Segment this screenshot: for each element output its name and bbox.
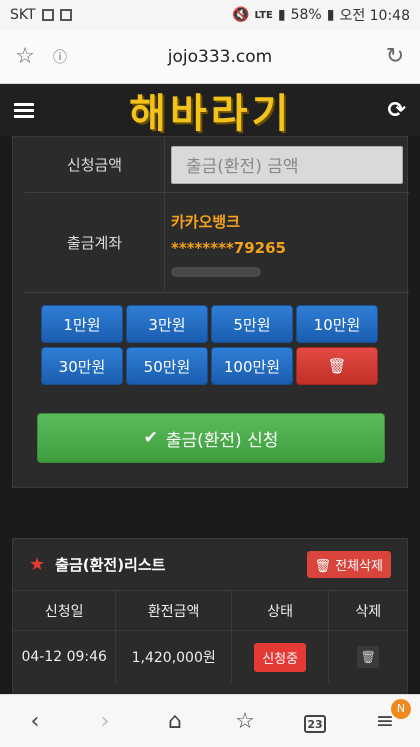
bookmarks-icon[interactable]: ☆ — [225, 709, 265, 734]
menu-icon[interactable]: ≡ N — [365, 698, 411, 734]
info-icon[interactable]: ⓘ — [50, 47, 70, 67]
network-label: LTE — [254, 9, 273, 21]
delete-all-label: 전체삭제 — [335, 559, 383, 574]
gallery-icon — [41, 9, 54, 21]
forward-icon[interactable]: › — [85, 709, 125, 734]
carrier-label: SKT — [10, 7, 36, 23]
status-bar: SKT 🔇 LTE ▮ 58% ▮ 오전 10:48 — [0, 0, 420, 30]
column-header-delete: 삭제 — [329, 591, 407, 631]
account-number: ********79265 — [171, 238, 286, 257]
row-date: 04-12 09:46 — [13, 631, 117, 683]
main-content: 신청금액 출금(환전) 금액 출금계좌 카카오뱅크 ********79265 … — [0, 136, 420, 698]
menu-icon[interactable] — [14, 100, 34, 121]
site-header: 해바라기 ⟳ — [0, 81, 420, 139]
withdraw-form-panel: 신청금액 출금(환전) 금액 출금계좌 카카오뱅크 ********79265 … — [12, 136, 409, 488]
column-header-status: 상태 — [231, 591, 330, 631]
amount-button-50k[interactable]: 5만원 — [211, 305, 293, 343]
submit-withdraw-button[interactable]: ✔ 출금(환전) 신청 — [37, 413, 385, 463]
reload-icon[interactable]: ↻ — [370, 44, 420, 69]
trash-icon: 🗑 — [327, 357, 347, 375]
amount-button-10k[interactable]: 1만원 — [41, 305, 123, 343]
table-row: 04-12 09:46 1,420,000원 신청중 🗑 — [13, 631, 407, 683]
list-header: ★ 출금(환전)리스트 🗑 전체삭제 — [13, 539, 407, 591]
delete-all-button[interactable]: 🗑 전체삭제 — [306, 551, 391, 578]
notification-badge: N — [391, 698, 411, 719]
submit-label: 출금(환전) 신청 — [165, 430, 279, 451]
account-label: 출금계좌 — [25, 193, 165, 292]
amount-row: 신청금액 출금(환전) 금액 — [25, 137, 409, 193]
bookmark-star-icon[interactable]: ☆ — [0, 44, 50, 69]
mute-icon: 🔇 — [232, 7, 250, 23]
list-title: 출금(환전)리스트 — [55, 556, 166, 574]
tabs-button[interactable]: 23 — [295, 709, 335, 734]
withdraw-list-panel: ★ 출금(환전)리스트 🗑 전체삭제 신청일 환전금액 상태 삭제 04-12 … — [12, 538, 408, 698]
browser-url-bar: ☆ ⓘ jojo333.com ↻ — [0, 30, 420, 84]
status-badge: 신청중 — [254, 642, 307, 672]
table-header: 신청일 환전금액 상태 삭제 — [13, 591, 407, 631]
flipboard-icon — [59, 9, 72, 21]
redacted-name — [171, 266, 261, 277]
trash-icon: 🗑 — [314, 559, 332, 574]
account-row: 출금계좌 카카오뱅크 ********79265 — [25, 193, 409, 293]
amount-button-1m[interactable]: 100만원 — [211, 347, 293, 385]
amount-input[interactable]: 출금(환전) 금액 — [171, 145, 403, 184]
home-icon[interactable]: ⌂ — [155, 709, 195, 734]
time-label: 오전 10:48 — [339, 8, 410, 24]
back-icon[interactable]: ‹ — [15, 709, 55, 734]
amount-button-300k[interactable]: 30만원 — [41, 347, 123, 385]
refresh-icon[interactable]: ⟳ — [388, 98, 406, 123]
signal-icon: ▮ — [277, 7, 286, 23]
bank-name: 카카오뱅크 — [171, 212, 241, 231]
amount-button-30k[interactable]: 3만원 — [126, 305, 208, 343]
clear-amount-button[interactable]: 🗑 — [296, 347, 378, 385]
battery-icon: ▮ — [326, 7, 335, 23]
check-icon: ✔ — [143, 428, 158, 448]
battery-label: 58% — [290, 7, 322, 23]
column-header-amount: 환전금액 — [116, 591, 232, 631]
tabs-count: 23 — [304, 715, 326, 733]
amount-label: 신청금액 — [25, 137, 165, 192]
url-text[interactable]: jojo333.com — [70, 47, 370, 67]
column-header-date: 신청일 — [13, 591, 117, 631]
row-amount: 1,420,000원 — [116, 631, 232, 683]
amount-button-100k[interactable]: 10만원 — [296, 305, 378, 343]
amount-button-500k[interactable]: 50만원 — [126, 347, 208, 385]
site-logo[interactable]: 해바라기 — [129, 81, 292, 139]
browser-nav-bar: ‹ › ⌂ ☆ 23 ≡ N — [0, 694, 420, 747]
row-delete-button[interactable]: 🗑 — [357, 646, 380, 668]
star-icon: ★ — [29, 554, 46, 575]
